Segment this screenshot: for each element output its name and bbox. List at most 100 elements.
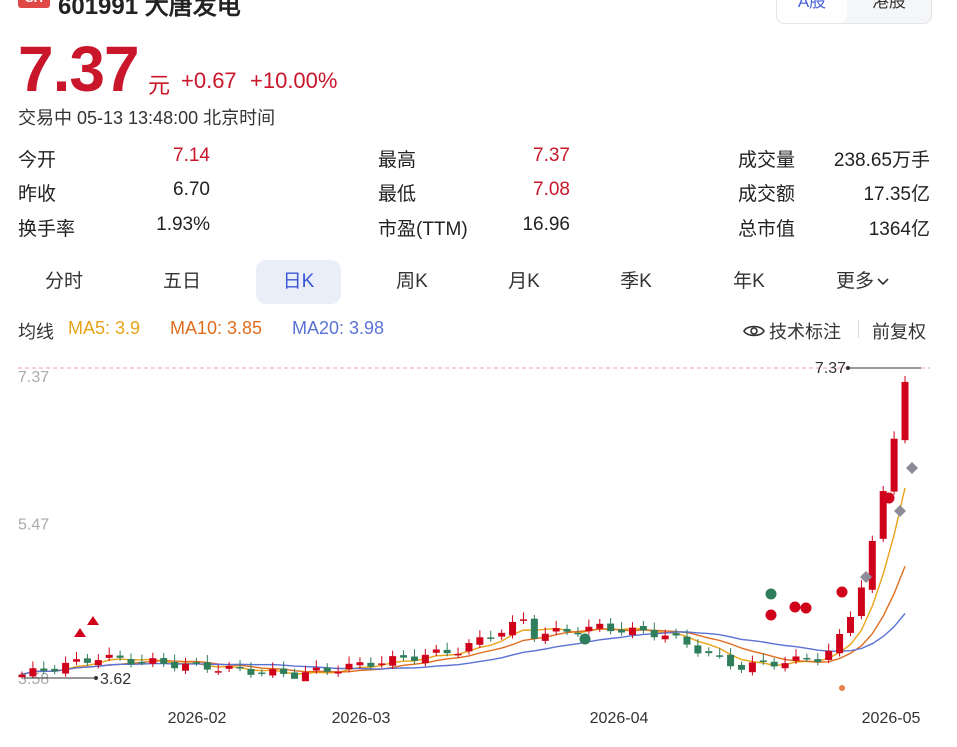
candle-body <box>171 661 179 669</box>
ma5-label: MA5: 3.9 <box>68 318 141 338</box>
candle-body <box>432 649 440 653</box>
candle-body <box>803 657 811 660</box>
candle-body <box>182 663 190 671</box>
candle-body <box>149 658 157 664</box>
signal-dot <box>765 588 777 600</box>
stat-value-prev-close: 6.70 <box>173 179 210 200</box>
low-marker-label: 3.62 <box>100 671 131 688</box>
candle-body <box>378 663 386 665</box>
market-tab-a[interactable]: A股 <box>777 0 847 23</box>
tab-yearly-k[interactable]: 年K <box>705 260 793 304</box>
candle-body <box>160 658 168 664</box>
candle-body <box>737 664 745 670</box>
stat-value-low: 7.08 <box>533 179 570 200</box>
x-tick-label: 2026-05 <box>862 710 921 727</box>
low-marker-dot <box>94 676 98 680</box>
candle-body <box>748 662 756 673</box>
signal-diamond <box>906 462 918 474</box>
candle-body <box>541 633 549 641</box>
adjustment-toggle[interactable]: 前复权 <box>872 318 926 344</box>
stat-value-turnover-rate: 1.93% <box>156 214 210 235</box>
signal-dot <box>836 586 848 598</box>
candle-body <box>705 651 713 654</box>
candle-body <box>280 668 288 674</box>
price-change: +0.67 <box>181 68 237 93</box>
candle-body <box>258 672 266 675</box>
candle-body <box>607 623 615 632</box>
tab-more-label: 更多 <box>836 271 875 292</box>
signal-dot <box>800 602 812 614</box>
candle-body <box>334 671 342 674</box>
candle-body <box>127 659 135 665</box>
candle-body <box>661 635 669 640</box>
technical-annotation-toggle[interactable]: 技术标注 <box>743 318 841 344</box>
stat-label-high: 最高 <box>378 150 417 171</box>
candle-body <box>759 660 767 662</box>
candle-body <box>530 618 538 639</box>
stat-value-pe: 16.96 <box>522 214 570 235</box>
candle-body <box>345 663 353 670</box>
candle-body <box>236 667 244 669</box>
candlestick-chart[interactable]: 7.375.473.587.373.622026-02 2026-03 2026-0… <box>0 350 957 747</box>
exchange-badge: SH <box>18 0 50 8</box>
signal-dot <box>883 492 895 504</box>
tab-quarterly-k[interactable]: 季K <box>592 260 680 304</box>
current-price: 7.37 <box>18 33 140 105</box>
candle-body <box>291 672 299 679</box>
y-tick-label: 5.47 <box>18 516 49 533</box>
price-change-pct: +10.00% <box>250 68 338 93</box>
technical-annotation-label: 技术标注 <box>769 322 841 342</box>
candle-body <box>694 645 702 654</box>
signal-diamond <box>894 505 906 517</box>
stat-value-turnover: 17.35亿 <box>863 184 930 205</box>
signal-dot <box>839 685 845 691</box>
candle-body <box>487 637 495 639</box>
candle-body <box>73 659 81 662</box>
candle-body <box>367 662 375 667</box>
ma-legend-title: 均线 <box>18 322 54 342</box>
candle-body <box>410 656 418 661</box>
candle-body <box>51 668 59 672</box>
trading-status: 交易中 05-13 13:48:00 北京时间 <box>18 108 276 128</box>
candle-body <box>323 667 331 672</box>
x-tick-label: 2026-04 <box>590 710 649 727</box>
candle-body <box>596 623 604 629</box>
candle-body <box>868 540 876 590</box>
tab-weekly-k[interactable]: 周K <box>368 260 456 304</box>
candle-body <box>814 659 822 663</box>
ma5-line <box>21 487 906 676</box>
candle-body <box>421 654 429 664</box>
candle-body <box>509 622 517 636</box>
tab-intraday[interactable]: 分时 <box>20 260 108 304</box>
stat-value-open: 7.14 <box>173 145 210 166</box>
candle-body <box>781 663 789 669</box>
candle-body <box>247 668 255 675</box>
stat-label-open: 今开 <box>18 150 57 171</box>
chevron-down-icon <box>877 278 889 286</box>
market-tab-hk[interactable]: 港股 <box>847 0 931 23</box>
stat-label-low: 最低 <box>378 184 417 205</box>
stat-label-market-cap: 总市值 <box>738 219 796 240</box>
y-tick-label: 7.37 <box>18 369 49 386</box>
candle-body <box>792 656 800 661</box>
candle-body <box>116 655 124 658</box>
candle-body <box>214 671 222 673</box>
tab-monthly-k[interactable]: 月K <box>480 260 568 304</box>
candle-body <box>356 662 364 666</box>
tab-more[interactable]: 更多 <box>836 260 906 304</box>
candle-body <box>716 655 724 657</box>
candle-body <box>563 628 571 632</box>
stock-title: 601991 大唐发电 <box>58 0 241 20</box>
candle-body <box>83 658 91 663</box>
high-marker-label: 7.37 <box>815 360 846 377</box>
divider <box>858 320 859 338</box>
candle-body <box>225 666 233 669</box>
candle-body <box>618 629 626 633</box>
candle-body <box>770 661 778 667</box>
candle-body <box>498 632 506 637</box>
period-tabs: 分时 五日 日K 周K 月K 季K 年K 更多 <box>0 260 957 306</box>
tab-daily-k[interactable]: 日K <box>256 260 341 304</box>
tab-five-day[interactable]: 五日 <box>138 260 226 304</box>
candle-body <box>476 637 484 645</box>
candle-body <box>585 626 593 632</box>
